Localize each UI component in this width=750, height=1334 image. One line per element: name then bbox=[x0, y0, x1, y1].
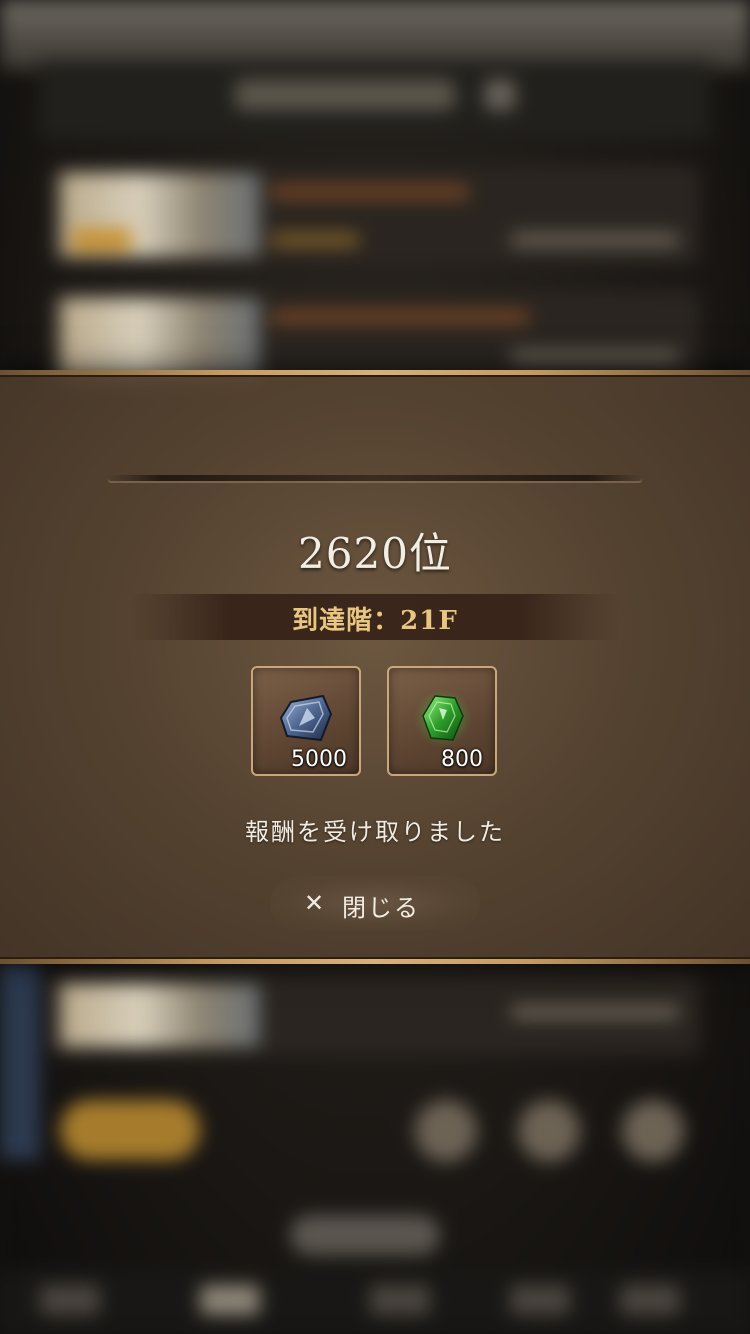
reward-quantity: 5000 bbox=[291, 747, 347, 772]
floor-reached-label: 到達階：21F bbox=[292, 606, 458, 636]
modal-bottom-border bbox=[0, 957, 750, 964]
reward-quantity: 800 bbox=[441, 747, 483, 772]
close-button-label: 閉じる bbox=[342, 894, 420, 922]
reward-result-modal: 2620位 到達階：21F 5000 800 報酬を受け取りました ✕ 閉じる bbox=[0, 370, 750, 964]
reward-received-message: 報酬を受け取りました bbox=[245, 818, 505, 846]
close-button[interactable]: ✕ 閉じる bbox=[270, 876, 480, 930]
game-screen: 2620位 到達階：21F 5000 800 報酬を受け取りました ✕ 閉じる bbox=[0, 0, 750, 1334]
reward-item-ore[interactable]: 5000 bbox=[251, 666, 361, 776]
reward-item-gem[interactable]: 800 bbox=[387, 666, 497, 776]
blue-ore-icon bbox=[279, 694, 333, 742]
modal-top-border bbox=[0, 370, 750, 377]
green-gem-icon bbox=[414, 689, 472, 747]
rank-text: 2620位 bbox=[298, 529, 452, 578]
close-icon: ✕ bbox=[304, 889, 325, 917]
floor-banner: 到達階：21F bbox=[130, 594, 620, 640]
header-divider bbox=[108, 475, 642, 481]
